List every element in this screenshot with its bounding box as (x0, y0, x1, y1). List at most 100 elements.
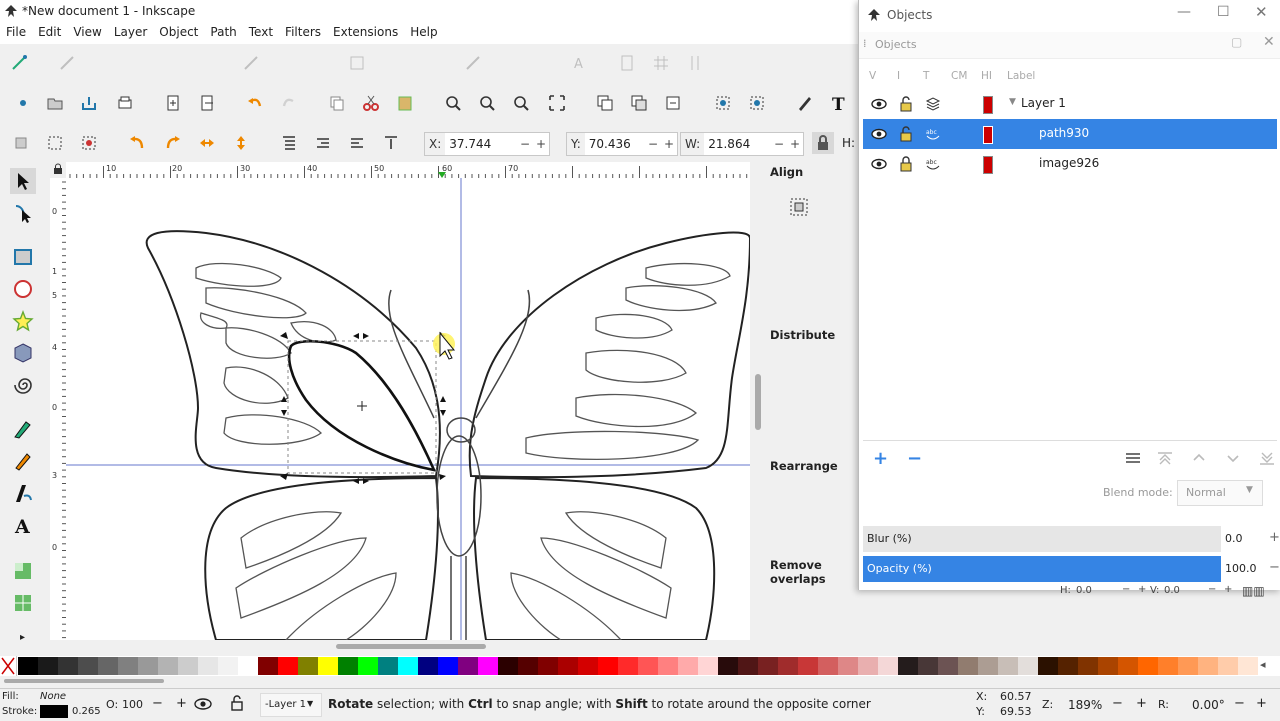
palette-swatch[interactable] (278, 657, 298, 675)
snap-grid-icon[interactable] (650, 52, 672, 74)
canvas-horizontal-scrollbar[interactable] (66, 641, 750, 651)
palette-swatch[interactable] (1118, 657, 1138, 675)
palette-swatch[interactable] (478, 657, 498, 675)
object-label[interactable]: image926 (1039, 156, 1099, 170)
blur-value[interactable]: 0.0 (1225, 532, 1243, 545)
palette-swatch[interactable] (318, 657, 338, 675)
move-to-bottom-icon[interactable] (1259, 451, 1275, 465)
menu-edit[interactable]: Edit (32, 22, 67, 42)
rotation-decrement-button[interactable]: − (1234, 696, 1245, 711)
object-row-path930[interactable]: abc path930 (863, 119, 1277, 149)
layer-lock-icon[interactable] (230, 695, 244, 711)
clone-icon[interactable] (628, 92, 650, 114)
tab-close-x-icon[interactable]: ✕ (1263, 34, 1275, 50)
menu-file[interactable]: File (0, 22, 32, 42)
rotate-cw-icon[interactable] (162, 132, 184, 154)
duplicate-icon[interactable] (594, 92, 616, 114)
move-down-icon[interactable] (1225, 451, 1241, 465)
palette-swatch[interactable] (438, 657, 458, 675)
export-icon[interactable] (196, 92, 218, 114)
snap-others-icon[interactable] (462, 52, 484, 74)
palette-swatch[interactable] (298, 657, 318, 675)
palette-swatch[interactable] (378, 657, 398, 675)
ellipse-tool-icon[interactable] (10, 276, 36, 302)
node-tool-icon[interactable] (10, 200, 36, 226)
w-value[interactable]: 21.864 (704, 137, 771, 151)
palette-swatch[interactable] (1198, 657, 1218, 675)
deselect-icon[interactable] (78, 132, 100, 154)
menu-layer[interactable]: Layer (108, 22, 153, 42)
cut-icon[interactable] (360, 92, 382, 114)
eye-icon[interactable] (871, 157, 887, 171)
lock-icon[interactable] (899, 156, 913, 172)
snap-text-icon[interactable]: A (568, 52, 590, 74)
palette-swatch[interactable] (1038, 657, 1058, 675)
opacity-short-value[interactable]: 100 (122, 698, 143, 711)
menu-help[interactable]: Help (404, 22, 443, 42)
lock-proportions-icon[interactable] (812, 132, 834, 154)
ungroup-icon[interactable] (746, 92, 768, 114)
palette-swatch[interactable] (798, 657, 818, 675)
rotation-increment-button[interactable]: + (1256, 696, 1267, 711)
unlink-clone-icon[interactable] (662, 92, 684, 114)
width-field[interactable]: W: 21.864 − + (680, 132, 804, 156)
blend-mode-select[interactable]: Normal ▼ (1177, 480, 1263, 506)
remove-overlaps-icon[interactable]: ▥▥ (1242, 584, 1265, 598)
palette-swatch[interactable] (1078, 657, 1098, 675)
lock-guides-icon[interactable] (52, 163, 64, 175)
rectangle-tool-icon[interactable] (10, 244, 36, 270)
palette-swatch[interactable] (18, 657, 38, 675)
palette-swatch[interactable] (598, 657, 618, 675)
snap-page-icon[interactable] (616, 52, 638, 74)
palette-swatch[interactable] (218, 657, 238, 675)
y-value[interactable]: 70.436 (585, 137, 645, 151)
opacity-short-decrement-button[interactable]: − (152, 696, 163, 711)
text-font-icon[interactable]: T (828, 92, 850, 114)
unlock-icon[interactable] (899, 126, 913, 142)
maximize-button[interactable]: ☐ (1217, 4, 1230, 20)
toolbox-expand-icon[interactable]: ▸ (20, 632, 25, 643)
move-to-top-icon[interactable] (1157, 451, 1173, 465)
copy-icon[interactable] (326, 92, 348, 114)
palette-swatch[interactable] (338, 657, 358, 675)
canvas-vertical-scrollbar[interactable] (752, 178, 764, 640)
palette-swatch[interactable] (618, 657, 638, 675)
text-tool-icon[interactable]: A (10, 512, 36, 538)
rotation-value[interactable]: 0.00° (1192, 698, 1225, 712)
palette-swatch[interactable] (758, 657, 778, 675)
palette-swatch[interactable] (238, 657, 258, 675)
palette-swatch[interactable] (158, 657, 178, 675)
highlight-color-swatch[interactable] (983, 156, 993, 174)
opacity-decrement-button[interactable]: − (1269, 560, 1280, 575)
v-gap-increment-button[interactable]: + (1224, 584, 1232, 595)
palette-swatch[interactable] (558, 657, 578, 675)
opacity-slider[interactable]: Opacity (%) (863, 556, 1221, 582)
properties-icon[interactable] (1125, 451, 1141, 465)
object-label[interactable]: path930 (1039, 126, 1089, 140)
mesh-tool-icon[interactable] (10, 590, 36, 616)
snap-toggle-icon[interactable] (8, 52, 30, 74)
select-all-layers-icon[interactable] (44, 132, 66, 154)
move-up-icon[interactable] (1191, 451, 1207, 465)
h-gap-value[interactable]: 0.0 (1076, 585, 1092, 596)
h-gap-decrement-button[interactable]: − (1122, 584, 1130, 595)
palette-swatch[interactable] (918, 657, 938, 675)
open-icon[interactable] (44, 92, 66, 114)
palette-swatch[interactable] (198, 657, 218, 675)
close-button[interactable]: ✕ (1255, 3, 1268, 21)
pencil-tool-icon[interactable] (10, 448, 36, 474)
palette-swatch[interactable] (658, 657, 678, 675)
palette-menu-icon[interactable]: ◂ (1260, 658, 1266, 671)
palette-swatch[interactable] (458, 657, 478, 675)
palette-swatch[interactable] (98, 657, 118, 675)
menu-view[interactable]: View (67, 22, 107, 42)
menu-extensions[interactable]: Extensions (327, 22, 404, 42)
palette-swatch[interactable] (878, 657, 898, 675)
palette-swatch[interactable] (978, 657, 998, 675)
palette-swatch[interactable] (898, 657, 918, 675)
horizontal-scroll-thumb[interactable] (336, 644, 486, 649)
group-icon[interactable] (712, 92, 734, 114)
highlight-color-swatch[interactable] (983, 126, 993, 144)
zoom-page-icon[interactable] (510, 92, 532, 114)
palette-swatch[interactable] (1218, 657, 1238, 675)
